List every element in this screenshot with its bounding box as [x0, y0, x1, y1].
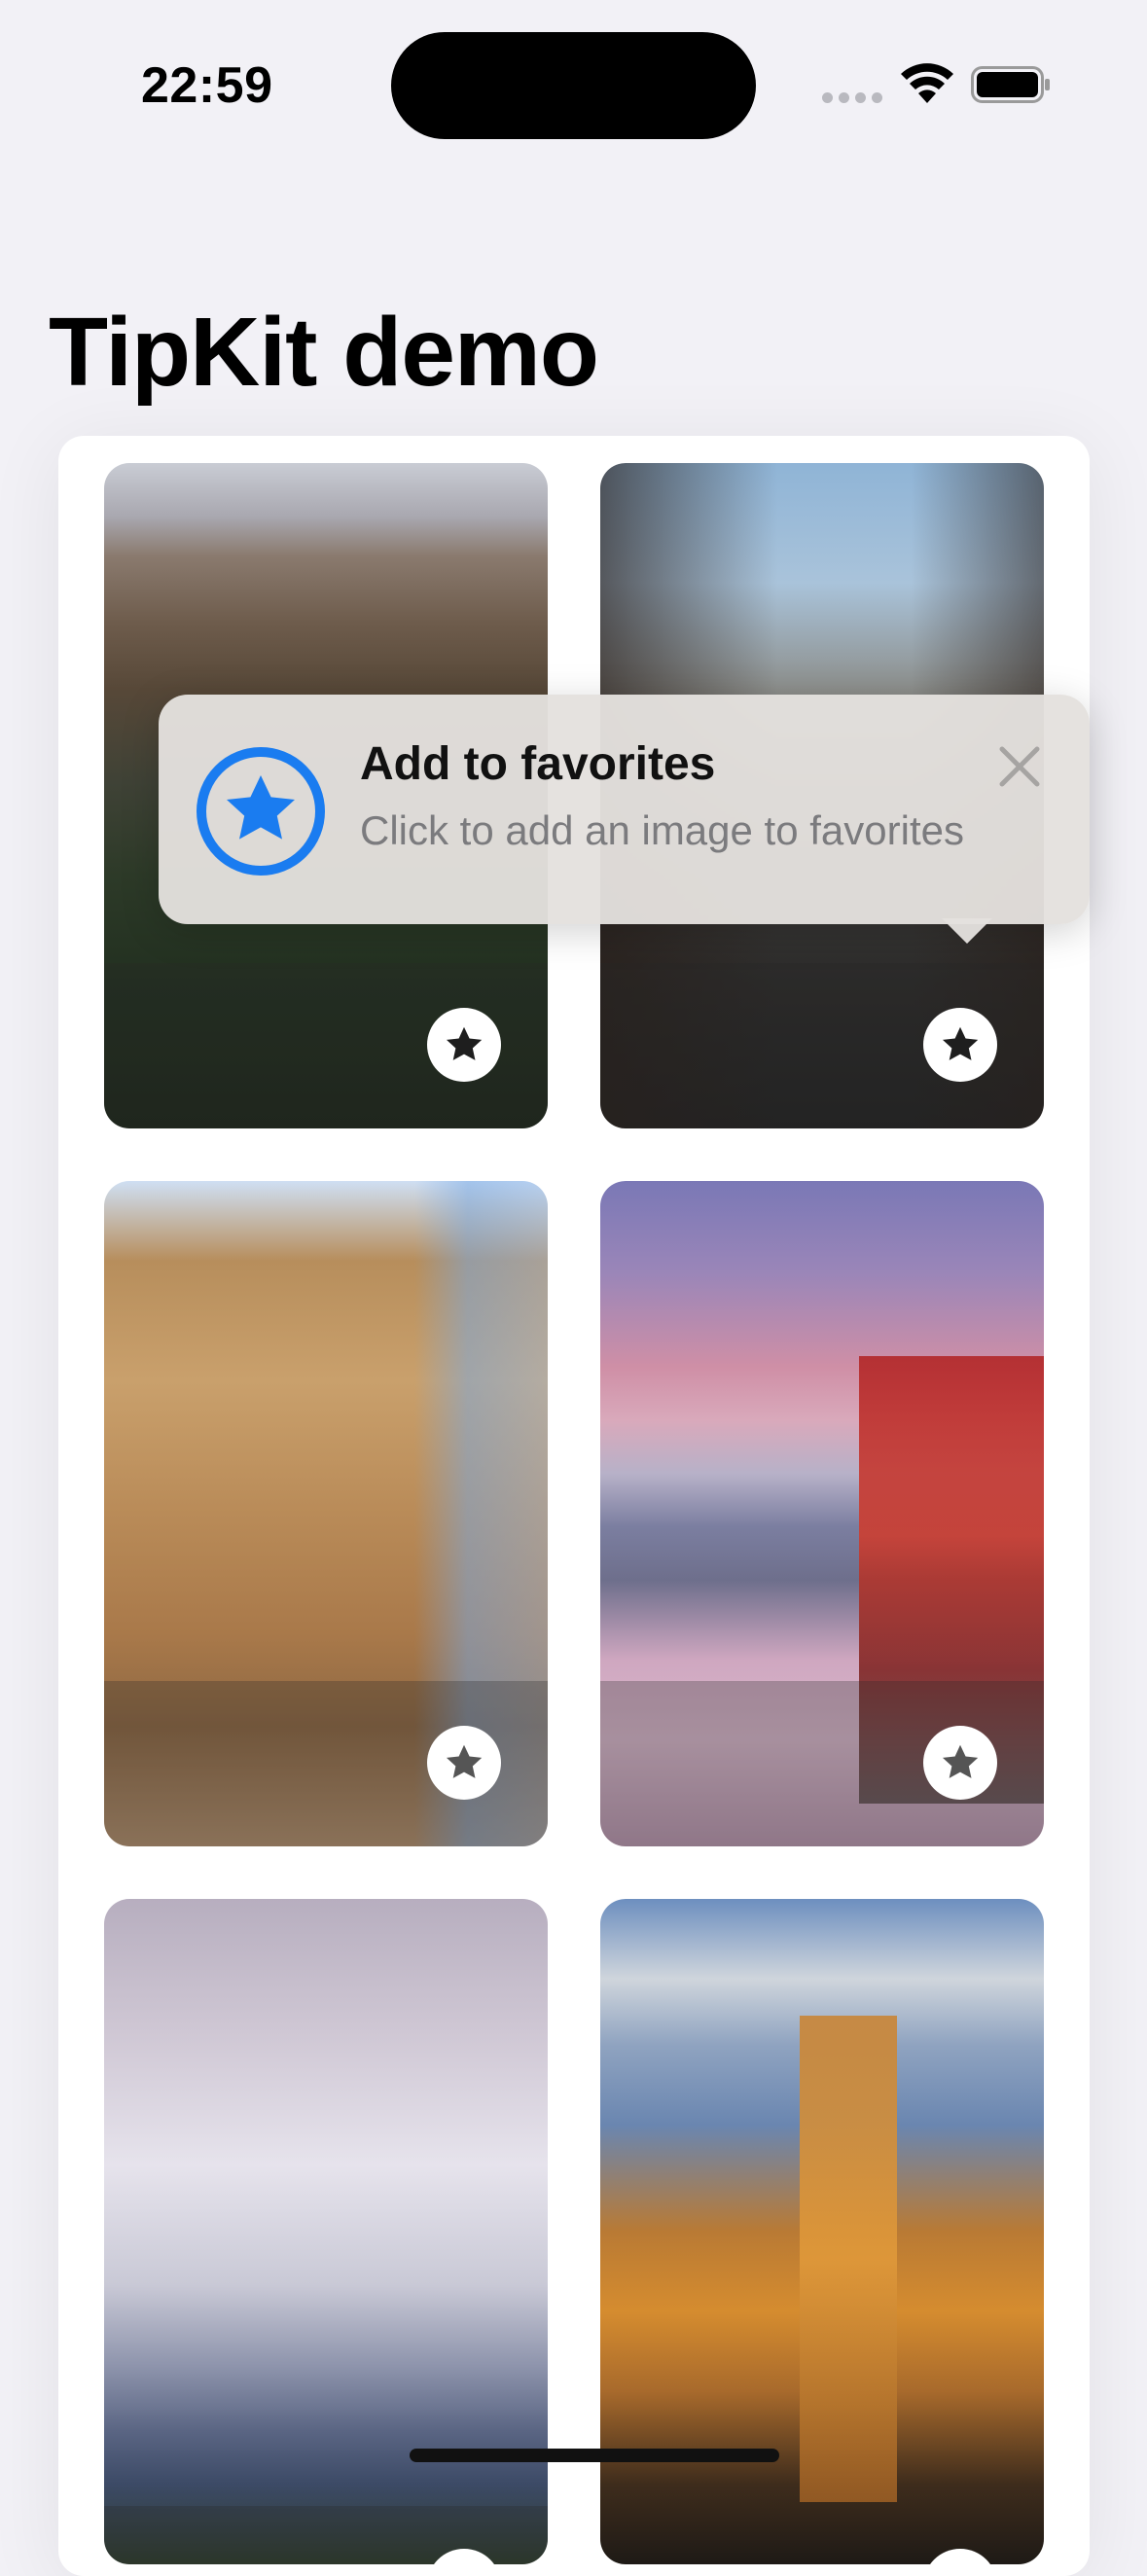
wifi-icon	[901, 63, 953, 103]
dynamic-island	[391, 32, 756, 139]
star-icon	[446, 1026, 483, 1060]
page-title: TipKit demo	[49, 298, 599, 407]
home-indicator[interactable]	[410, 2449, 779, 2462]
gallery-image-egypt-temple[interactable]	[104, 1181, 548, 1846]
star-icon	[938, 2563, 983, 2564]
favorite-button[interactable]	[923, 2549, 997, 2564]
star-icon	[942, 1026, 979, 1060]
star-icon	[942, 1744, 979, 1778]
gallery-image-london[interactable]	[600, 1899, 1044, 2564]
tip-title: Add to favorites	[360, 738, 716, 790]
favorite-button[interactable]	[923, 1726, 997, 1800]
tip-popover: Add to favorites Click to add an image t…	[159, 695, 1090, 944]
star-icon	[442, 2563, 486, 2564]
tip-arrow	[942, 918, 992, 944]
favorite-button[interactable]	[427, 1726, 501, 1800]
status-time: 22:59	[141, 57, 273, 114]
tip-message: Click to add an image to favorites	[360, 807, 964, 853]
battery-icon	[971, 66, 1050, 103]
favorite-button[interactable]	[923, 1008, 997, 1082]
gallery-image-sydney[interactable]	[104, 1899, 548, 2564]
gallery-image-mount-fuji[interactable]	[600, 1181, 1044, 1846]
tower-shape	[800, 2016, 897, 2502]
close-icon[interactable]	[990, 737, 1049, 796]
favorite-button[interactable]	[427, 1008, 501, 1082]
star-icon	[446, 1744, 483, 1778]
cellular-signal-icon	[822, 92, 882, 103]
star-circle-icon	[197, 747, 325, 876]
